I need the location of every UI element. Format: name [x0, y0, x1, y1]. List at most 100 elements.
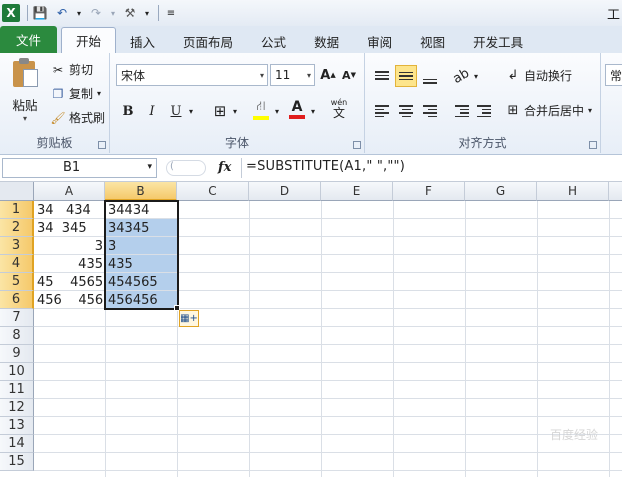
undo-icon[interactable]: ↶	[53, 4, 71, 22]
column-header-d[interactable]: D	[249, 182, 321, 201]
copy-button[interactable]: ❐ 复制 ▾	[50, 85, 101, 102]
tab-review[interactable]: 审阅	[353, 29, 406, 53]
tab-page-layout[interactable]: 页面布局	[169, 29, 247, 53]
insert-function-icon[interactable]: fx	[218, 160, 231, 175]
font-color-button[interactable]: A	[286, 98, 308, 120]
fill-color-button[interactable]: ⛙	[250, 98, 272, 120]
column-header-f[interactable]: F	[393, 182, 465, 201]
font-color-dropdown-icon[interactable]: ▾	[308, 100, 318, 122]
paste-button[interactable]: 粘贴 ▾	[8, 57, 42, 123]
wrap-text-button[interactable]: ↲ 自动换行	[505, 67, 572, 84]
name-box-dropdown-icon[interactable]: ▾	[147, 162, 152, 172]
underline-dropdown-icon[interactable]: ▾	[186, 100, 196, 122]
clipboard-launcher-icon[interactable]	[98, 141, 106, 149]
align-right-icon[interactable]	[419, 100, 441, 122]
paste-dropdown-icon[interactable]: ▾	[8, 114, 42, 123]
row-header-8[interactable]: 8	[0, 327, 34, 345]
name-box[interactable]: B1 ▾	[2, 158, 157, 178]
underline-button[interactable]: U	[166, 100, 186, 122]
row-header-14[interactable]: 14	[0, 435, 34, 453]
formula-bar-resize-icon[interactable]: (	[166, 160, 206, 176]
format-painter-button[interactable]: 🖌 格式刷	[50, 109, 105, 126]
align-center-icon[interactable]	[395, 100, 417, 122]
align-top-icon[interactable]	[371, 65, 393, 87]
merge-center-button[interactable]: ⊞ 合并后居中 ▾	[505, 102, 592, 119]
cell-a1[interactable]: 34 434	[35, 201, 105, 219]
align-middle-icon[interactable]	[395, 65, 417, 87]
column-header-i-partial[interactable]	[609, 182, 622, 201]
format-painter-label: 格式刷	[69, 111, 106, 125]
font-launcher-icon[interactable]	[353, 141, 361, 149]
bold-button[interactable]: B	[118, 100, 138, 122]
align-bottom-icon[interactable]	[419, 67, 441, 89]
fill-color-dropdown-icon[interactable]: ▾	[272, 100, 282, 122]
row-header-6[interactable]: 6	[0, 291, 34, 309]
font-color-icon: A	[291, 99, 303, 115]
alignment-launcher-icon[interactable]	[589, 141, 597, 149]
auto-fill-options-icon[interactable]: ▦+	[179, 310, 199, 327]
decrease-indent-icon[interactable]	[451, 100, 473, 122]
column-header-a[interactable]: A	[34, 182, 105, 201]
grow-font-icon[interactable]: A ▲	[319, 64, 337, 86]
cell-a3[interactable]: 3	[35, 237, 105, 255]
row-header-4[interactable]: 4	[0, 255, 34, 273]
tab-developer[interactable]: 开发工具	[459, 29, 537, 53]
row-header-5[interactable]: 5	[0, 273, 34, 291]
tools-dropdown-icon[interactable]: ▾	[143, 4, 151, 22]
worksheet-grid[interactable]: A B C D E F G H 1 2 3 4 5 6 7 8 9 10 11 …	[0, 182, 622, 477]
cell-a2[interactable]: 34 345	[35, 219, 105, 237]
cell-a6[interactable]: 456 456	[35, 291, 105, 309]
undo-dropdown-icon[interactable]: ▾	[75, 4, 83, 22]
column-header-b[interactable]: B	[105, 182, 177, 201]
row-header-15[interactable]: 15	[0, 453, 34, 471]
align-left-icon[interactable]	[371, 100, 393, 122]
row-header-11[interactable]: 11	[0, 381, 34, 399]
increase-indent-icon[interactable]	[473, 100, 495, 122]
orientation-dropdown-icon[interactable]: ▾	[471, 65, 481, 87]
gridline	[34, 344, 622, 345]
shrink-font-icon[interactable]: A ▼	[340, 64, 358, 86]
font-name-select[interactable]: 宋体 ▾	[116, 64, 268, 86]
gridline	[537, 201, 538, 477]
phonetic-guide-button[interactable]: wén 文	[326, 98, 352, 120]
column-header-c[interactable]: C	[177, 182, 249, 201]
row-header-2[interactable]: 2	[0, 219, 34, 237]
number-format-select[interactable]: 常	[605, 64, 622, 86]
gridline	[34, 380, 622, 381]
borders-icon[interactable]: ⊞	[210, 100, 230, 122]
font-name-value: 宋体	[121, 68, 146, 83]
save-icon[interactable]: 💾	[31, 4, 49, 22]
row-header-3[interactable]: 3	[0, 237, 34, 255]
cell-a4[interactable]: 435	[35, 255, 105, 273]
row-header-9[interactable]: 9	[0, 345, 34, 363]
row-header-10[interactable]: 10	[0, 363, 34, 381]
italic-button[interactable]: I	[142, 100, 162, 122]
merge-dropdown-icon[interactable]: ▾	[588, 106, 592, 115]
column-header-g[interactable]: G	[465, 182, 537, 201]
borders-dropdown-icon[interactable]: ▾	[230, 100, 240, 122]
column-header-h[interactable]: H	[537, 182, 609, 201]
tools-icon[interactable]: ⚒	[121, 4, 139, 22]
tab-view[interactable]: 视图	[406, 29, 459, 53]
row-header-13[interactable]: 13	[0, 417, 34, 435]
redo-icon[interactable]: ↷	[87, 4, 105, 22]
select-all-corner[interactable]	[0, 182, 34, 201]
formula-input[interactable]: =SUBSTITUTE(A1," ","")	[246, 159, 405, 174]
cut-button[interactable]: ✂ 剪切	[50, 61, 93, 78]
row-header-7[interactable]: 7	[0, 309, 34, 327]
cell-a5[interactable]: 45 4565	[35, 273, 105, 291]
column-header-e[interactable]: E	[321, 182, 393, 201]
gridline	[34, 398, 622, 399]
row-header-1[interactable]: 1	[0, 201, 34, 219]
tab-file[interactable]: 文件	[0, 26, 57, 53]
row-header-12[interactable]: 12	[0, 399, 34, 417]
font-size-select[interactable]: 11 ▾	[270, 64, 315, 86]
tab-home[interactable]: 开始	[61, 27, 117, 53]
tab-data[interactable]: 数据	[300, 29, 353, 53]
redo-dropdown-icon[interactable]: ▾	[109, 4, 117, 22]
tab-formulas[interactable]: 公式	[247, 29, 300, 53]
customize-qat-icon[interactable]: ≡	[162, 4, 180, 22]
copy-dropdown-icon[interactable]: ▾	[97, 89, 101, 98]
excel-logo-icon[interactable]: X	[2, 4, 20, 22]
tab-insert[interactable]: 插入	[116, 29, 169, 53]
